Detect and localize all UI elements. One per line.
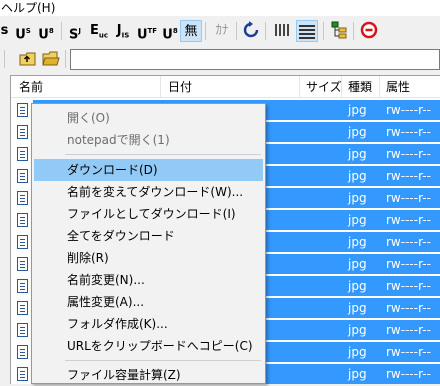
file-attr: rw----r-- [386, 257, 431, 271]
menu-delete[interactable]: 削除(R) [34, 247, 263, 269]
file-attr: rw----r-- [386, 147, 431, 161]
list-view-icon[interactable] [272, 20, 292, 40]
file-attr: rw----r-- [386, 125, 431, 139]
open-folder-icon[interactable] [41, 49, 61, 69]
menu-rename[interactable]: 名前変更(N)... [34, 269, 263, 291]
toolbar-divider [236, 22, 237, 40]
menu-divider [65, 360, 261, 361]
menu-rename-download[interactable]: 名前を変えてダウンロード(W)... [34, 181, 263, 203]
file-type: jpg [348, 191, 367, 205]
detail-view-icon [299, 25, 315, 39]
column-divider [379, 76, 380, 98]
file-type: jpg [348, 257, 367, 271]
menu-divider [65, 154, 261, 155]
toolbar-divider [65, 50, 66, 68]
file-type: jpg [348, 323, 367, 337]
file-type: jpg [348, 301, 367, 315]
path-input[interactable] [70, 49, 440, 70]
stop-icon[interactable] [359, 20, 379, 40]
toolbar-divider [4, 50, 5, 68]
toolbar-divider [353, 22, 354, 40]
file-icon [17, 103, 28, 117]
file-attr: rw----r-- [386, 169, 431, 183]
file-icon [17, 125, 28, 139]
utf8n-button[interactable]: UTF [136, 20, 158, 42]
column-name[interactable]: 名前 [19, 76, 43, 98]
menu-calc-size[interactable]: ファイル容量計算(Z) [34, 364, 263, 386]
file-type: jpg [348, 125, 367, 139]
file-type: jpg [348, 279, 367, 293]
file-attr: rw----r-- [386, 213, 431, 227]
menu-open[interactable]: 開く(O) [34, 107, 263, 129]
toolbar-divider [323, 22, 324, 40]
menu-bar: ヘルプ(H) [0, 0, 440, 16]
file-icon [17, 323, 28, 337]
file-type: jpg [348, 169, 367, 183]
file-attr: rw----r-- [386, 235, 431, 249]
file-attr: rw----r-- [386, 323, 431, 337]
list-header: 名前 日付 サイズ 種類 属性 [11, 76, 440, 98]
context-menu: 開く(O) notepadで開く(1) ダウンロード(D) 名前を変えてダウンロ… [31, 103, 266, 384]
file-attr: rw----r-- [386, 279, 431, 293]
file-icon [17, 235, 28, 249]
file-attr: rw----r-- [386, 345, 431, 359]
file-type: jpg [348, 367, 367, 381]
column-size[interactable]: サイズ [306, 76, 342, 98]
parent-folder-icon[interactable] [18, 49, 38, 69]
column-divider [160, 76, 161, 98]
sjis-button[interactable]: SJ [64, 20, 86, 42]
file-type: jpg [348, 235, 367, 249]
menu-mkdir[interactable]: フォルダ作成(K)... [34, 313, 263, 335]
menu-copy-url[interactable]: URLをクリップボードへコピー(C) [34, 335, 263, 357]
utf8-bom-button[interactable]: US [12, 20, 34, 42]
file-attr: rw----r-- [386, 103, 431, 117]
menu-download[interactable]: ダウンロード(D) [34, 159, 263, 181]
refresh-icon[interactable] [241, 20, 261, 40]
file-type: jpg [348, 147, 367, 161]
file-attr: rw----r-- [386, 367, 431, 381]
file-icon [17, 191, 28, 205]
tree-icon[interactable] [329, 20, 349, 40]
file-icon [17, 169, 28, 183]
toolbar-divider [205, 22, 206, 40]
menu-download-as-file[interactable]: ファイルとしてダウンロード(I) [34, 203, 263, 225]
toolbar-divider [61, 22, 62, 40]
jis-button[interactable]: JIS [112, 20, 134, 42]
file-type: jpg [348, 345, 367, 359]
menu-download-all[interactable]: 全てをダウンロード [34, 225, 263, 247]
column-attr[interactable]: 属性 [386, 76, 410, 98]
file-type: jpg [348, 103, 367, 117]
column-divider [299, 76, 300, 98]
path-toolbar [0, 47, 440, 73]
no-convert-button[interactable]: 無 [180, 20, 202, 42]
toolbar-divider [265, 22, 266, 40]
menu-change-attr[interactable]: 属性変更(A)... [34, 291, 263, 313]
detail-view-button[interactable] [296, 20, 318, 42]
file-icon [17, 345, 28, 359]
toolbar: s US U8 SJ Euc JIS UTF U8 無 ｶﾅ [0, 17, 440, 46]
menu-help[interactable]: ヘルプ(H) [1, 0, 55, 16]
file-icon [17, 147, 28, 161]
file-icon [17, 213, 28, 227]
file-type: jpg [348, 213, 367, 227]
file-icon [17, 367, 28, 381]
euc-button[interactable]: Euc [88, 20, 110, 42]
file-attr: rw----r-- [386, 191, 431, 205]
menu-open-notepad[interactable]: notepadで開く(1) [34, 129, 263, 151]
utf8-variant-button[interactable]: U8 [159, 20, 181, 42]
file-icon [17, 279, 28, 293]
column-type[interactable]: 種類 [348, 76, 372, 98]
file-icon [17, 257, 28, 271]
utf8-button[interactable]: U8 [35, 20, 57, 42]
sjis-partial-button[interactable]: s [0, 20, 9, 42]
kana-button[interactable]: ｶﾅ [211, 20, 233, 42]
column-divider [341, 76, 342, 98]
file-icon [17, 301, 28, 315]
column-date[interactable]: 日付 [168, 76, 192, 98]
file-attr: rw----r-- [386, 301, 431, 315]
